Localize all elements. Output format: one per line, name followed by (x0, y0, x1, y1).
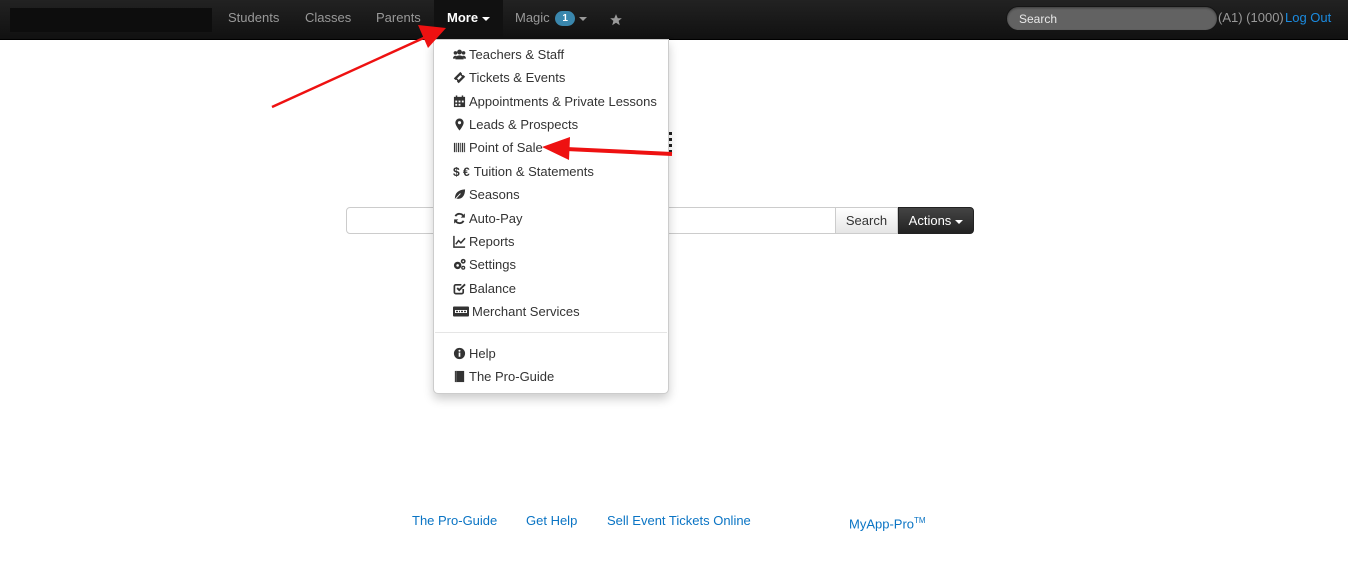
actions-button[interactable]: Actions (898, 207, 974, 234)
menu-item-point-of-sale[interactable]: Point of Sale (434, 137, 668, 159)
money-icon: $ € (453, 165, 470, 179)
menu-item-label: Help (469, 346, 496, 361)
footer-link-get-help[interactable]: Get Help (526, 512, 577, 530)
annotation-arrows (271, 25, 673, 160)
magic-count-badge: 1 (555, 11, 575, 27)
menu-item-label: Auto-Pay (469, 211, 523, 226)
actions-button-label: Actions (908, 213, 952, 228)
menu-item-label: Point of Sale (469, 140, 543, 155)
nav-item-magic[interactable]: Magic 1 (515, 0, 587, 40)
menu-item-label: Merchant Services (472, 304, 580, 319)
brand-logo[interactable] (10, 8, 212, 32)
menu-item-label: Seasons (469, 187, 520, 202)
menu-item-label: Appointments & Private Lessons (469, 94, 657, 109)
map-marker-icon (455, 118, 464, 131)
user-info: (A1) (1000) (1218, 10, 1284, 25)
footer-link-pro-guide[interactable]: The Pro-Guide (412, 512, 497, 530)
menu-item-label: Settings (469, 257, 516, 272)
barcode-icon (453, 142, 466, 153)
menu-item-help[interactable]: Help (434, 343, 668, 365)
line-chart-icon (453, 235, 466, 248)
menu-item-label: Balance (469, 281, 516, 296)
menu-item-reports[interactable]: Reports (434, 231, 668, 253)
nav-item-magic-label: Magic (515, 10, 550, 25)
search-button[interactable]: Search (835, 207, 898, 234)
menu-item-balance[interactable]: Balance (434, 278, 668, 300)
logout-link[interactable]: Log Out (1285, 0, 1331, 36)
trademark-mark: TM (914, 516, 926, 525)
menu-item-pro-guide[interactable]: The Pro-Guide (434, 366, 668, 388)
group-icon (453, 49, 466, 60)
menu-item-leads-prospects[interactable]: Leads & Prospects (434, 114, 668, 136)
menu-item-settings[interactable]: Settings (434, 254, 668, 276)
ticket-icon (453, 71, 466, 84)
book-icon (454, 370, 465, 383)
menu-item-seasons[interactable]: Seasons (434, 184, 668, 206)
more-dropdown-menu: Teachers & Staff Tickets & Events Appoin… (433, 39, 669, 394)
calendar-icon (453, 95, 466, 108)
cogs-icon (453, 258, 466, 270)
caret-down-icon (578, 16, 587, 21)
nav-item-students[interactable]: Students (228, 0, 279, 40)
footer-brand-name: MyApp-Pro (849, 516, 915, 532)
leaf-icon (453, 189, 466, 201)
menu-item-merchant-services[interactable]: Merchant Services (434, 301, 668, 323)
menu-item-label: The Pro-Guide (469, 369, 555, 384)
menu-item-label: Tickets & Events (469, 70, 566, 85)
nav-item-more[interactable]: More (434, 0, 504, 40)
nav-item-classes[interactable]: Classes (305, 0, 351, 40)
nav-item-parents[interactable]: Parents (376, 0, 421, 40)
nav-item-more-label: More (447, 10, 479, 25)
top-navbar: Students Classes Parents More Magic 1 (A… (0, 0, 1348, 40)
menu-item-label: Tuition & Statements (473, 164, 594, 179)
caret-down-icon (482, 16, 491, 21)
menu-item-label: Leads & Prospects (469, 117, 579, 132)
nav-search-input[interactable] (1006, 6, 1218, 31)
menu-item-auto-pay[interactable]: Auto-Pay (434, 208, 668, 230)
menu-item-label: Reports (469, 234, 515, 249)
caret-down-icon (955, 219, 964, 224)
visa-card-icon (453, 306, 469, 317)
info-circle-icon (453, 347, 466, 360)
menu-item-appointments[interactable]: Appointments & Private Lessons (434, 91, 668, 113)
menu-item-tuition-statements[interactable]: $ € Tuition & Statements (434, 161, 668, 183)
footer-link-sell-tickets[interactable]: Sell Event Tickets Online (607, 512, 751, 530)
favorites-star-icon[interactable] (609, 1, 623, 41)
menu-item-teachers-staff[interactable]: Teachers & Staff (434, 44, 668, 66)
refresh-icon (454, 213, 465, 225)
menu-item-tickets-events[interactable]: Tickets & Events (434, 67, 668, 89)
menu-item-label: Teachers & Staff (469, 47, 565, 62)
footer-brand-link[interactable]: MyApp-ProTM (849, 512, 926, 533)
menu-divider (435, 332, 667, 333)
check-square-icon (453, 283, 466, 295)
